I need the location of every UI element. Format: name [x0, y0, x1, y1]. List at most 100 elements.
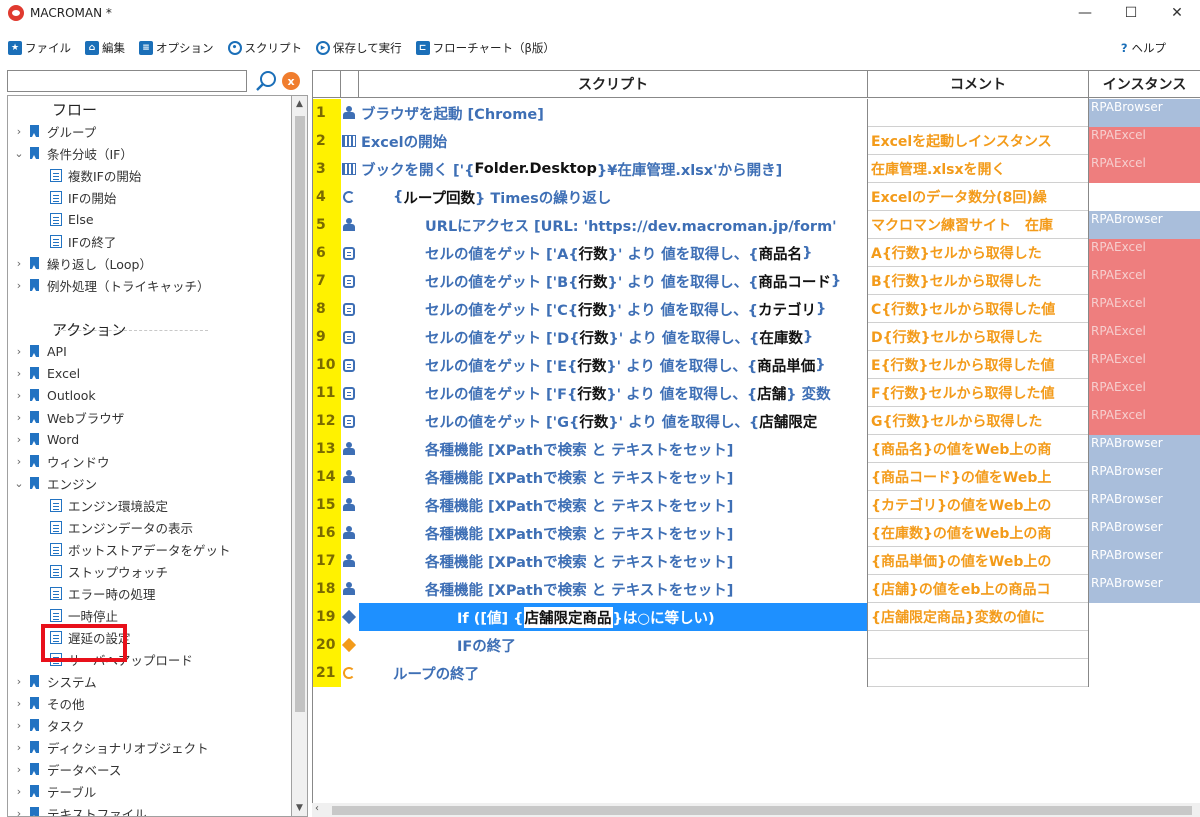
script-cell[interactable]: 各種機能 [XPathで検索 と テキストをセット] — [359, 491, 867, 519]
instance-cell[interactable]: RPAExcel — [1089, 407, 1200, 435]
chevron-right-icon[interactable]: › — [12, 411, 26, 424]
script-cell[interactable]: IFの終了 — [359, 631, 867, 659]
search-icon[interactable] — [255, 69, 279, 93]
script-cell[interactable]: 各種機能 [XPathで検索 と テキストをセット] — [359, 575, 867, 603]
comment-cell[interactable]: B{行数}セルから取得した — [868, 267, 1088, 295]
tree-item[interactable]: エラー時の処理 — [50, 582, 156, 604]
column-header-comment[interactable]: コメント — [868, 71, 1089, 98]
instance-cell[interactable]: RPAExcel — [1089, 267, 1200, 295]
comment-cell[interactable]: E{行数}セルから取得した値 — [868, 351, 1088, 379]
instance-cell[interactable]: RPABrowser — [1089, 99, 1200, 127]
tree-item[interactable]: 複数IFの開始 — [50, 164, 141, 186]
script-row[interactable]: 20 IFの終了 — [313, 631, 1200, 659]
tree-item[interactable]: エンジン環境設定 — [50, 494, 168, 516]
chevron-right-icon[interactable]: › — [12, 455, 26, 468]
tree-item[interactable]: ボットストアデータをゲット — [50, 538, 231, 560]
comment-cell[interactable] — [868, 659, 1088, 687]
instance-cell[interactable]: RPAExcel — [1089, 295, 1200, 323]
comment-cell[interactable] — [868, 99, 1088, 127]
chevron-right-icon[interactable]: › — [12, 697, 26, 710]
tree-group[interactable]: › テーブル — [12, 780, 96, 802]
script-row[interactable]: 8 セルの値をゲット ['C{行数}' より 値を取得し、{カテゴリ} C{行数}セ… — [313, 295, 1200, 323]
chevron-right-icon[interactable]: › — [12, 675, 26, 688]
script-cell[interactable]: 各種機能 [XPathで検索 と テキストをセット] — [359, 463, 867, 491]
comment-cell[interactable]: C{行数}セルから取得した値 — [868, 295, 1088, 323]
script-cell[interactable]: セルの値をゲット ['C{行数}' より 値を取得し、{カテゴリ} — [359, 295, 867, 323]
script-row[interactable]: 9 セルの値をゲット ['D{行数}' より 値を取得し、{在庫数} D{行数}セル… — [313, 323, 1200, 351]
script-row[interactable]: 15 各種機能 [XPathで検索 と テキストをセット] {カテゴリ}の値をWeb… — [313, 491, 1200, 519]
maximize-button[interactable]: ☐ — [1108, 0, 1154, 26]
tree-group[interactable]: › API — [12, 340, 67, 362]
tree-group[interactable]: › その他 — [12, 692, 85, 714]
script-row[interactable]: 7 セルの値をゲット ['B{行数}' より 値を取得し、{商品コード} B{行数}… — [313, 267, 1200, 295]
script-row[interactable]: 11 セルの値をゲット ['F{行数}' より 値を取得し、{店舗} 変数 F{行数… — [313, 379, 1200, 407]
tree-item[interactable]: IFの終了 — [50, 230, 116, 252]
script-cell[interactable]: Excelの開始 — [359, 127, 867, 155]
tree-group[interactable]: › ウィンドウ — [12, 450, 110, 472]
chevron-down-icon[interactable]: ⌄ — [12, 147, 26, 160]
tree-scroll-thumb[interactable] — [295, 116, 305, 712]
script-cell[interactable]: セルの値をゲット ['F{行数}' より 値を取得し、{店舗} 変数 — [359, 379, 867, 407]
tree-group[interactable]: › 繰り返し（Loop） — [12, 252, 152, 274]
script-row[interactable]: 18 各種機能 [XPathで検索 と テキストをセット] {店舗}の値をeb上の商… — [313, 575, 1200, 603]
menu-file[interactable]: ★ ファイル — [8, 40, 71, 56]
comment-cell[interactable]: G{行数}セルから取得した — [868, 407, 1088, 435]
grid-hscrollbar[interactable]: ‹ — [312, 803, 1200, 817]
chevron-right-icon[interactable]: › — [12, 763, 26, 776]
tree-group[interactable]: › データベース — [12, 758, 122, 780]
instance-cell[interactable]: RPAExcel — [1089, 379, 1200, 407]
menu-edit[interactable]: ⌂ 編集 — [85, 40, 125, 56]
comment-cell[interactable]: マクロマン練習サイト 在庫 — [868, 211, 1088, 239]
chevron-right-icon[interactable]: › — [12, 741, 26, 754]
script-row[interactable]: 5 URLにアクセス [URL: 'https://dev.macroman.jp… — [313, 211, 1200, 239]
tree-item[interactable]: ストップウォッチ — [50, 560, 168, 582]
script-row[interactable]: 14 各種機能 [XPathで検索 と テキストをセット] {商品コード}の値をWe… — [313, 463, 1200, 491]
comment-cell[interactable]: {在庫数}の値をWeb上の商 — [868, 519, 1088, 547]
instance-cell[interactable]: RPAExcel — [1089, 127, 1200, 155]
tree-group[interactable]: ⌄ エンジン — [12, 472, 97, 494]
tree-item[interactable]: 一時停止 — [50, 604, 118, 626]
tree-scrollbar[interactable]: ▲ ▼ — [291, 95, 308, 817]
chevron-right-icon[interactable]: › — [12, 785, 26, 798]
script-row[interactable]: 21 ループの終了 — [313, 659, 1200, 687]
close-button[interactable]: ✕ — [1154, 0, 1200, 26]
script-row[interactable]: 19 If ([値] {店舗限定商品}は○に等しい) {店舗限定商品}変数の値に — [313, 603, 1200, 631]
instance-cell[interactable]: RPABrowser — [1089, 547, 1200, 575]
instance-cell[interactable]: RPAExcel — [1089, 239, 1200, 267]
scroll-down-icon[interactable]: ▼ — [292, 800, 307, 816]
chevron-down-icon[interactable]: ⌄ — [12, 477, 26, 490]
instance-cell[interactable]: RPAExcel — [1089, 351, 1200, 379]
tree-group[interactable]: › ディクショナリオブジェクト — [12, 736, 209, 758]
instance-cell[interactable]: RPABrowser — [1089, 435, 1200, 463]
menu-help[interactable]: ? ヘルプ — [1121, 36, 1166, 60]
tree-group[interactable]: ⌄ 条件分岐（IF） — [12, 142, 133, 164]
script-cell[interactable]: セルの値をゲット ['E{行数}' より 値を取得し、{商品単価} — [359, 351, 867, 379]
script-cell[interactable]: セルの値をゲット ['G{行数}' より 値を取得し、{店舗限定 — [359, 407, 867, 435]
chevron-right-icon[interactable]: › — [12, 125, 26, 138]
comment-cell[interactable]: A{行数}セルから取得した — [868, 239, 1088, 267]
tree-group[interactable]: › テキストファイル — [12, 802, 147, 817]
tree-group[interactable]: › システム — [12, 670, 97, 692]
tree-item[interactable]: IFの開始 — [50, 186, 116, 208]
chevron-right-icon[interactable]: › — [12, 719, 26, 732]
chevron-right-icon[interactable]: › — [12, 345, 26, 358]
tree-group[interactable]: › タスク — [12, 714, 85, 736]
menu-script[interactable]: • スクリプト — [227, 40, 302, 56]
comment-cell[interactable]: {店舗限定商品}変数の値に — [868, 603, 1088, 631]
tree-group[interactable]: › Word — [12, 428, 79, 450]
comment-cell[interactable] — [868, 631, 1088, 659]
comment-cell[interactable]: {商品コード}の値をWeb上 — [868, 463, 1088, 491]
instance-cell[interactable]: RPABrowser — [1089, 575, 1200, 603]
script-cell[interactable]: ループの終了 — [359, 659, 867, 687]
instance-cell[interactable]: RPABrowser — [1089, 211, 1200, 239]
script-row[interactable]: 16 各種機能 [XPathで検索 と テキストをセット] {在庫数}の値をWeb上… — [313, 519, 1200, 547]
comment-cell[interactable]: Excelのデータ数分(8回)繰 — [868, 183, 1088, 211]
script-row[interactable]: 3 ブックを開く ['{Folder.Desktop}¥在庫管理.xlsx'から開… — [313, 155, 1200, 183]
script-cell[interactable]: セルの値をゲット ['A{行数}' より 値を取得し、{商品名} — [359, 239, 867, 267]
chevron-right-icon[interactable]: › — [12, 807, 26, 817]
comment-cell[interactable]: F{行数}セルから取得した値 — [868, 379, 1088, 407]
tree-group[interactable]: › 例外処理（トライキャッチ） — [12, 274, 210, 296]
script-cell[interactable]: ブックを開く ['{Folder.Desktop}¥在庫管理.xlsx'から開き… — [359, 155, 867, 183]
comment-cell[interactable]: {商品名}の値をWeb上の商 — [868, 435, 1088, 463]
chevron-right-icon[interactable]: › — [12, 433, 26, 446]
